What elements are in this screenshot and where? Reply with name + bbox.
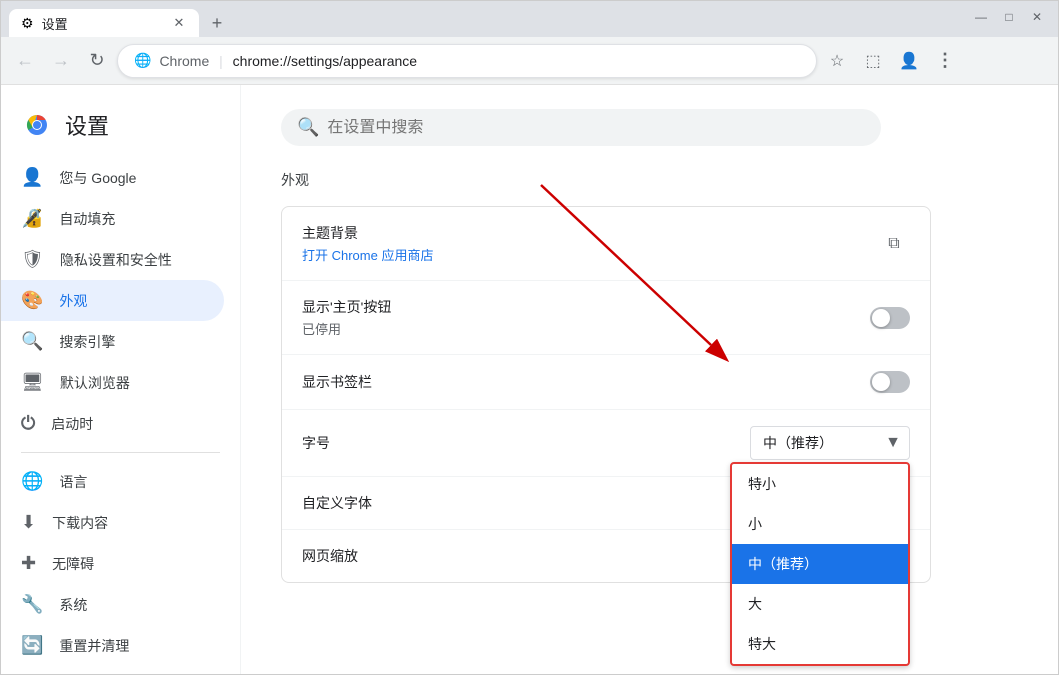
bookmarks-toggle[interactable]	[870, 371, 910, 393]
settings-card: 主题背景 打开 Chrome 应用商店 ⧉ 显示'主页'按钮 已停用	[281, 206, 931, 583]
screenshot-button[interactable]: ⬚	[857, 45, 889, 77]
accessibility-icon: ✚	[21, 553, 36, 574]
sidebar-label-browser: 默认浏览器	[60, 373, 130, 393]
sidebar-label-reset: 重置并清理	[59, 636, 129, 656]
dropdown-selected[interactable]: 中（推荐） ▼	[750, 426, 910, 460]
default-browser-icon: 🖥	[21, 372, 44, 393]
sidebar-label-autofill: 自动填充	[59, 209, 115, 229]
maximize-button[interactable]: □	[996, 7, 1022, 27]
dropdown-arrow-icon: ▼	[885, 434, 901, 452]
sidebar-page-title: 设置	[65, 109, 109, 141]
bookmark-button[interactable]: ☆	[821, 45, 853, 77]
sidebar-item-accessibility[interactable]: ✚ 无障碍	[1, 543, 224, 584]
startup-icon: ⏻	[21, 413, 35, 434]
dropdown-value: 中（推荐）	[763, 433, 833, 453]
dropdown-options-panel: 特小 小 中（推荐） 大 特大	[730, 462, 910, 666]
chrome-menu-button[interactable]: ⋮	[929, 45, 961, 77]
language-icon: 🌐	[21, 471, 43, 492]
chrome-logo	[21, 109, 53, 141]
section-title: 外观	[281, 170, 1018, 190]
theme-external-link[interactable]: ⧉	[878, 228, 910, 260]
refresh-button[interactable]: ↻	[81, 45, 113, 77]
profile-icon: 👤	[899, 51, 919, 71]
autofill-icon: 🔏	[21, 208, 43, 229]
tab-favicon: ⚙	[21, 15, 34, 32]
sidebar: 设置 👤 您与 Google 🔏 自动填充 🛡 隐私设置和安全性 🎨 外观 🔍	[1, 85, 241, 674]
font-size-dropdown[interactable]: 中（推荐） ▼ 特小 小 中（推荐）	[750, 426, 910, 460]
settings-row-theme: 主题背景 打开 Chrome 应用商店 ⧉	[282, 207, 930, 281]
settings-row-font-size: 字号 中（推荐） ▼ 特小	[282, 410, 930, 477]
new-tab-button[interactable]: +	[203, 11, 231, 35]
back-button[interactable]: ←	[9, 45, 41, 77]
profile-button[interactable]: 👤	[893, 45, 925, 77]
active-tab[interactable]: ⚙ 设置 ✕	[9, 9, 199, 37]
search-engine-icon: 🔍	[21, 331, 43, 352]
home-button-sublabel: 已停用	[302, 319, 870, 338]
you-google-icon: 👤	[21, 167, 43, 188]
external-link-icon: ⧉	[888, 235, 899, 253]
sidebar-item-system[interactable]: 🔧 系统	[1, 584, 224, 625]
sidebar-item-downloads[interactable]: ⬇ 下载内容	[1, 502, 224, 543]
reset-icon: 🔄	[21, 635, 43, 656]
sidebar-label-search: 搜索引擎	[59, 332, 115, 352]
system-icon: 🔧	[21, 594, 43, 615]
sidebar-item-browser[interactable]: 🖥 默认浏览器	[1, 362, 224, 403]
home-button-toggle[interactable]	[870, 307, 910, 329]
downloads-icon: ⬇	[21, 512, 36, 533]
sidebar-item-appearance[interactable]: 🎨 外观	[1, 280, 224, 321]
sidebar-label-system: 系统	[59, 595, 87, 615]
close-button[interactable]: ✕	[1024, 7, 1050, 27]
bookmark-icon: ☆	[830, 51, 844, 71]
sidebar-label-appearance: 外观	[59, 291, 87, 311]
search-icon: 🔍	[297, 117, 319, 138]
sidebar-label-startup: 启动时	[51, 414, 93, 434]
home-button-label: 显示'主页'按钮	[302, 297, 870, 317]
dropdown-option-small[interactable]: 小	[732, 504, 908, 544]
theme-label: 主题背景	[302, 223, 878, 243]
theme-sublabel[interactable]: 打开 Chrome 应用商店	[302, 245, 878, 264]
sidebar-item-autofill[interactable]: 🔏 自动填充	[1, 198, 224, 239]
minimize-button[interactable]: —	[968, 7, 994, 27]
sidebar-item-reset[interactable]: 🔄 重置并清理	[1, 625, 224, 666]
settings-row-bookmarks: 显示书签栏	[282, 355, 930, 410]
settings-area: 🔍 外观 主题背景 打开 Chrome 应用商店 ⧉	[241, 85, 1058, 674]
sidebar-item-search[interactable]: 🔍 搜索引擎	[1, 321, 224, 362]
address-text: Chrome | chrome://settings/appearance	[159, 53, 800, 69]
dropdown-option-very-small[interactable]: 特小	[732, 464, 908, 504]
privacy-icon: 🛡	[21, 249, 44, 270]
font-size-label: 字号	[302, 433, 750, 453]
dropdown-option-medium[interactable]: 中（推荐）	[732, 544, 908, 584]
dropdown-option-very-large[interactable]: 特大	[732, 624, 908, 664]
sidebar-label-privacy: 隐私设置和安全性	[60, 250, 172, 270]
search-bar[interactable]: 🔍	[281, 109, 881, 146]
sidebar-label-accessibility: 无障碍	[52, 554, 94, 574]
sidebar-item-you-google[interactable]: 👤 您与 Google	[1, 157, 224, 198]
sidebar-label-you-google: 您与 Google	[59, 168, 136, 188]
address-bar[interactable]: 🌐 Chrome | chrome://settings/appearance	[117, 44, 817, 78]
settings-row-home-button: 显示'主页'按钮 已停用	[282, 281, 930, 355]
menu-icon: ⋮	[936, 50, 954, 71]
sidebar-label-language: 语言	[59, 472, 87, 492]
sidebar-item-privacy[interactable]: 🛡 隐私设置和安全性	[1, 239, 224, 280]
sidebar-label-downloads: 下载内容	[52, 513, 108, 533]
secure-icon: 🌐	[134, 52, 151, 69]
forward-button[interactable]: →	[45, 45, 77, 77]
appearance-icon: 🎨	[21, 290, 43, 311]
sidebar-item-language[interactable]: 🌐 语言	[1, 461, 224, 502]
search-input[interactable]	[327, 119, 865, 137]
dropdown-option-large[interactable]: 大	[732, 584, 908, 624]
bookmarks-label: 显示书签栏	[302, 372, 870, 392]
tab-title: 设置	[42, 14, 163, 33]
sidebar-item-startup[interactable]: ⏻ 启动时	[1, 403, 224, 444]
tab-close-icon[interactable]: ✕	[171, 15, 187, 31]
screenshot-icon: ⬚	[865, 51, 880, 71]
